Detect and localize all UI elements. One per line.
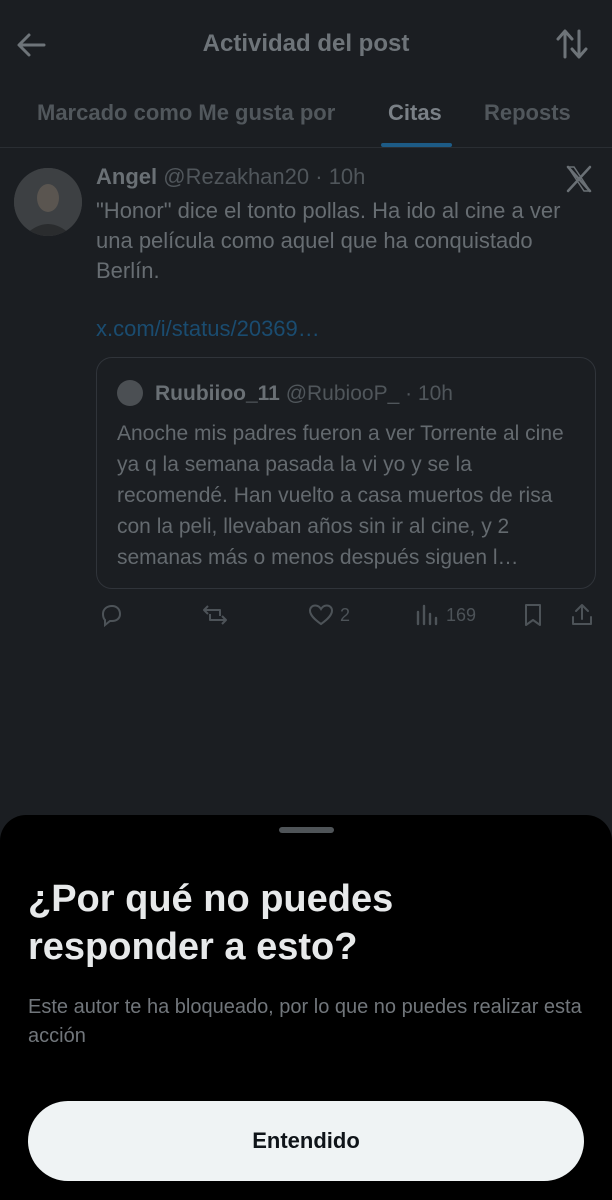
understood-button[interactable]: Entendido: [28, 1101, 584, 1181]
sheet-description: Este autor te ha bloqueado, por lo que n…: [28, 996, 582, 1047]
sort-arrows-icon[interactable]: [554, 26, 590, 62]
activity-tabs: Marcado como Me gusta por Citas Reposts: [0, 92, 612, 148]
share-icon: [572, 604, 592, 625]
views-button[interactable]: 169: [414, 600, 476, 630]
reply-icon: [101, 604, 122, 628]
reply-button[interactable]: [98, 600, 124, 630]
active-tab-indicator: [381, 143, 452, 147]
repost-button[interactable]: [202, 600, 228, 630]
quote-post[interactable]: Angel @Rezakhan20 · 10h "Honor" dice el …: [0, 150, 612, 650]
top-bar: Actividad del post: [0, 0, 612, 90]
like-button[interactable]: 2: [308, 600, 350, 630]
profile-photo: [14, 168, 82, 236]
post-header: Angel @Rezakhan20 · 10h: [96, 164, 365, 190]
tab-likes[interactable]: Marcado como Me gusta por: [37, 100, 335, 126]
quoted-header: Ruubiioo_11 @RubiooP_ · 10h: [155, 382, 453, 406]
quoted-author-handle: @RubiooP_: [285, 382, 400, 405]
quoted-post-time: · 10h: [405, 382, 453, 405]
share-button[interactable]: [569, 600, 595, 630]
sheet-title: ¿Por qué no puedes responder a esto?: [28, 878, 394, 968]
quoted-post[interactable]: Ruubiioo_11 @RubiooP_ · 10h Anoche mis p…: [96, 357, 596, 589]
x-logo-icon: [566, 165, 592, 193]
heart-icon: [308, 604, 334, 626]
post-text: "Honor" dice el tonto pollas. Ha ido al …: [96, 198, 561, 283]
bottom-sheet: ¿Por qué no puedes responder a esto? Est…: [0, 815, 612, 1200]
drag-handle[interactable]: [279, 827, 334, 833]
post-time: · 10h: [315, 164, 366, 189]
avatar[interactable]: [14, 168, 82, 236]
like-count: 2: [340, 604, 351, 625]
post-link[interactable]: x.com/i/status/20369…: [96, 316, 320, 342]
tab-quotes[interactable]: Citas: [388, 100, 442, 126]
quoted-author-name: Ruubiioo_11: [155, 382, 280, 405]
author-name[interactable]: Angel: [96, 164, 157, 189]
repost-icon: [203, 605, 227, 625]
author-handle[interactable]: @Rezakhan20: [163, 164, 309, 189]
bar-chart-icon: [416, 604, 438, 626]
quoted-post-text: Anoche mis padres fueron a ver Torrente …: [117, 422, 564, 569]
view-count: 169: [446, 604, 477, 625]
quoted-avatar: [117, 380, 143, 406]
tab-reposts[interactable]: Reposts: [484, 100, 571, 126]
bookmark-icon: [525, 604, 541, 626]
post-actions: 2 169: [0, 598, 612, 638]
page-title: Actividad del post: [202, 30, 410, 57]
bookmark-button[interactable]: [520, 600, 546, 630]
